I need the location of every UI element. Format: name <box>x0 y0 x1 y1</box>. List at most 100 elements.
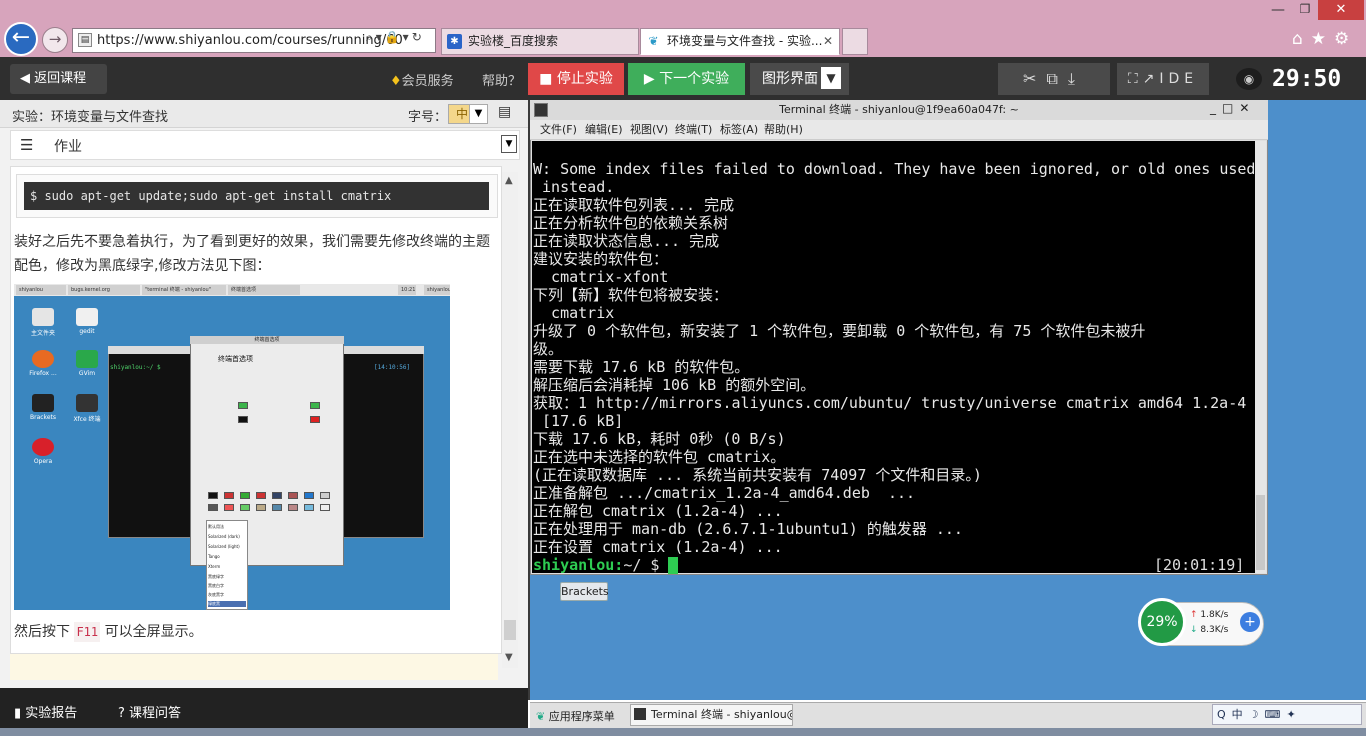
menu-item-selected: 绿底黑 <box>208 601 246 607</box>
list-icon: ☰ <box>20 136 34 154</box>
scrollbar[interactable] <box>502 172 518 668</box>
tab-label: 实验楼_百度搜索 <box>468 34 559 48</box>
back-course-button[interactable]: ◀ 返回课程 <box>10 64 107 94</box>
window-close-icon[interactable]: ✕ <box>1318 0 1364 20</box>
scroll-thumb[interactable] <box>504 620 516 640</box>
screenshot-dialog-title: 终端首选项 <box>218 355 253 363</box>
document-icon[interactable]: ▤ <box>498 104 516 124</box>
terminal-line: [17.6 kB] <box>533 412 624 430</box>
brackets-tooltip: Brackets <box>560 582 609 601</box>
stop-lab-button[interactable]: ■ 停止实验 <box>528 63 624 95</box>
terminal-cursor <box>668 557 678 574</box>
palette-swatch <box>256 504 266 511</box>
menu-item: Solarized (dark) <box>208 534 240 539</box>
ime-icon[interactable]: Q <box>1217 708 1232 721</box>
lab-report-button[interactable]: ▮ 实验报告 <box>14 702 77 721</box>
system-tray[interactable]: Q中☽⌨✦ <box>1212 704 1362 725</box>
menu-file[interactable]: 文件(F) <box>540 120 577 140</box>
terminal-icon <box>534 103 548 117</box>
folder-icon <box>32 308 54 326</box>
desktop-label: gedit <box>79 328 95 335</box>
download-speed: ↓ 8.3K/s <box>1190 625 1229 635</box>
menu-tabs[interactable]: 标签(A) <box>720 120 758 140</box>
eye-icon[interactable]: ◉ <box>1236 68 1262 90</box>
back-arrow-icon[interactable]: ← <box>4 22 38 56</box>
paragraph: 然后按下 F11 可以全屏显示。 <box>14 622 203 642</box>
moon-icon[interactable]: ☽ <box>1249 708 1265 721</box>
external-icon[interactable]: ↗ <box>1143 71 1160 87</box>
menu-item: 灰底黑字 <box>208 592 224 597</box>
firefox-icon <box>32 350 54 368</box>
home-star-gear-icons[interactable]: ⌂★⚙ <box>1292 29 1357 49</box>
terminal-line: 升级了 0 个软件包，新安装了 1 个软件包，要卸载 0 个软件包，有 75 个… <box>533 322 1146 340</box>
clipboard-icon[interactable]: ⧉ <box>1046 69 1067 88</box>
taskbar-terminal[interactable]: Terminal 终端 - shiyanlou@... <box>630 704 793 726</box>
network-usage-circle[interactable]: 29% <box>1138 598 1186 646</box>
wrench-icon[interactable]: ✦ <box>1286 708 1301 721</box>
brackets-icon <box>32 394 54 412</box>
chevron-down-icon[interactable]: ▼ <box>469 105 487 123</box>
tab-baidu[interactable]: ✱ 实验楼_百度搜索 <box>441 28 639 55</box>
palette-swatch <box>320 492 330 499</box>
menu-item: 黑底绿字 <box>208 574 224 579</box>
inline-code: F11 <box>74 622 101 642</box>
paragraph: 装好之后先不要急着执行，为了看到更好的效果，我们需要先修改终端的主题配色，修改为… <box>14 234 490 274</box>
screenshot-dialog-bar: 终端首选项 <box>190 336 344 344</box>
close-icon[interactable]: ✕ <box>823 29 833 54</box>
terminal-line: 正在解包 cmatrix (1.2a-4) ... <box>533 502 783 520</box>
menu-item: 黑底白字 <box>208 583 224 588</box>
keyboard-icon[interactable]: ⌨ <box>1265 708 1287 721</box>
terminal-line: (正在读取数据库 ... 系统当前共安装有 74097 个文件和目录。) <box>533 466 982 484</box>
chevron-down-icon[interactable]: ▼ <box>821 67 841 89</box>
homework-selector[interactable] <box>10 130 520 160</box>
ide-button[interactable]: IDE <box>1159 71 1198 87</box>
terminal-line: 级。 <box>533 340 564 358</box>
gem-icon: ♦ <box>390 74 402 89</box>
terminal-line: 解压缩后会消耗掉 106 kB 的额外空间。 <box>533 376 816 394</box>
minimize-icon[interactable]: — <box>1264 2 1292 20</box>
scroll-up-icon[interactable]: ▲ <box>505 175 513 186</box>
scroll-down-icon[interactable]: ▼ <box>505 652 513 663</box>
maximize-icon[interactable]: ❐ <box>1292 2 1318 20</box>
menu-view[interactable]: 视图(V) <box>630 120 668 140</box>
terminal-window-buttons[interactable]: _□✕ <box>1210 101 1255 115</box>
up-arrow-icon: ↑ <box>1190 610 1201 620</box>
applications-menu[interactable]: ❦ 应用程序菜单 <box>536 708 615 724</box>
menu-item: Solarized (light) <box>208 544 240 549</box>
chevron-down-icon[interactable]: ▼ <box>501 135 517 153</box>
palette-swatch <box>224 492 234 499</box>
terminal-line: 正在处理用于 man-db (2.6.7.1-1ubuntu1) 的触发器 ..… <box>533 520 963 538</box>
screenshot-tab: bugs.kernel.org <box>68 285 140 295</box>
course-qa-button[interactable]: ? 课程问答 <box>118 702 181 721</box>
member-link[interactable]: ♦会员服务 <box>390 70 454 89</box>
download-icon[interactable]: ⤓ <box>1068 69 1085 88</box>
terminal-scroll-thumb[interactable] <box>1256 495 1265 570</box>
next-lab-button[interactable]: ▶ 下一个实验 <box>628 63 745 95</box>
vm-tools[interactable]: ✂⧉⤓ <box>998 63 1110 95</box>
page-favicon-icon: ▤ <box>78 33 92 47</box>
vm-tools-2[interactable]: ⛶↗IDE <box>1117 63 1209 95</box>
menu-edit[interactable]: 编辑(E) <box>585 120 623 140</box>
address-tools-icons[interactable]: ⌕▾🔒▾↻ <box>366 30 425 45</box>
plus-icon[interactable]: + <box>1240 612 1260 632</box>
terminal-title: Terminal 终端 - shiyanlou@1f9ea60a047f: ~ <box>530 100 1268 120</box>
forward-arrow-icon[interactable]: → <box>42 27 68 53</box>
tab-shiyanlou[interactable]: ❦ 环境变量与文件查找 - 实验... ✕ <box>640 28 840 55</box>
help-link[interactable]: 帮助？ <box>482 70 521 89</box>
new-tab-button[interactable] <box>842 28 868 55</box>
palette-swatch <box>288 504 298 511</box>
scissors-icon[interactable]: ✂ <box>1023 69 1046 88</box>
stop-icon: ■ <box>539 71 557 87</box>
fullscreen-icon[interactable]: ⛶ <box>1128 71 1143 87</box>
screenshot-time: [14:10:56] <box>374 364 411 371</box>
terminal-line: 正在选中未选择的软件包 cmatrix。 <box>533 448 786 466</box>
os-taskbar <box>0 728 1366 736</box>
menu-help[interactable]: 帮助(H) <box>764 120 803 140</box>
back-circle-icon: ◀ <box>20 71 35 86</box>
terminal-line: 正准备解包 .../cmatrix_1.2a-4_amd64.deb ... <box>533 484 916 502</box>
terminal-line: 正在设置 cmatrix (1.2a-4) ... <box>533 538 783 556</box>
desktop-label: GVim <box>78 370 96 377</box>
terminal-line: instead. <box>533 178 615 196</box>
desktop-label: Xfce 终端 <box>73 416 101 423</box>
menu-terminal[interactable]: 终端(T) <box>675 120 712 140</box>
